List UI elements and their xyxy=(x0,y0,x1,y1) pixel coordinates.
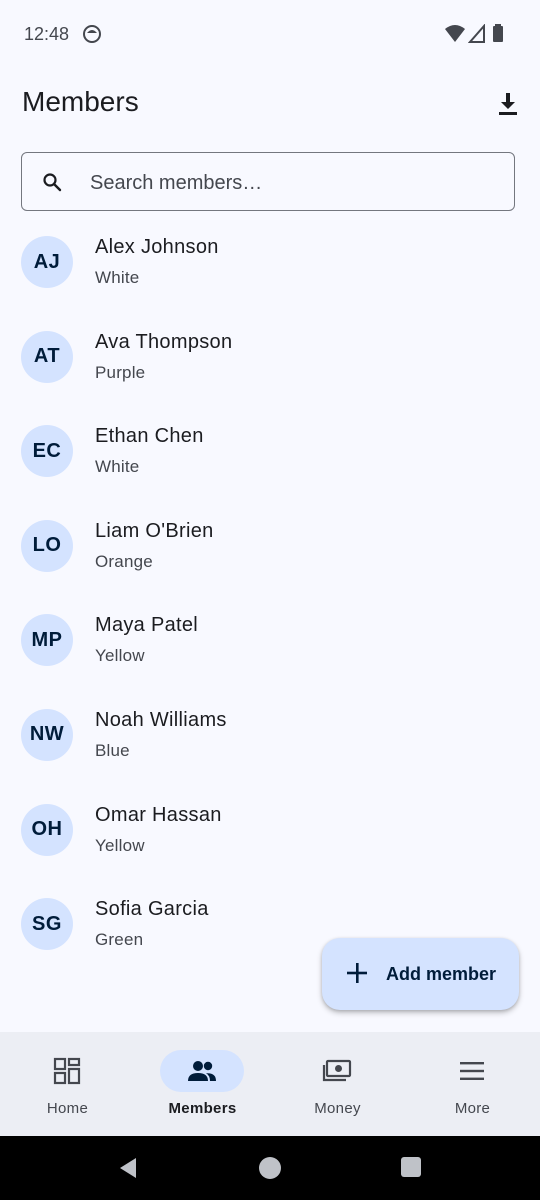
member-belt: Orange xyxy=(95,551,153,571)
avatar: EC xyxy=(21,425,73,478)
plus-icon xyxy=(346,962,368,989)
member-name: Ethan Chen xyxy=(95,425,204,448)
status-bar: 12:48 xyxy=(0,0,540,68)
nav-label: Members xyxy=(168,1100,237,1117)
avatar: AT xyxy=(21,330,73,383)
member-name: Alex Johnson xyxy=(95,236,219,258)
nav-label: Money xyxy=(314,1100,361,1117)
member-name: Ava Thompson xyxy=(95,330,233,353)
member-name: Noah Williams xyxy=(95,708,227,731)
search-icon xyxy=(42,172,62,197)
wifi-icon xyxy=(444,24,466,49)
recents-icon[interactable] xyxy=(400,1156,422,1183)
notification-face-icon xyxy=(82,24,102,49)
page-title: Members xyxy=(22,86,139,117)
add-member-button[interactable]: Add member xyxy=(322,938,519,1010)
member-belt: White xyxy=(95,457,140,477)
bottom-navigation: Home Members Money More xyxy=(0,1032,540,1136)
add-member-label: Add member xyxy=(386,964,497,984)
search-field[interactable] xyxy=(21,152,515,211)
member-row[interactable]: OH Omar Hassan Yellow xyxy=(0,785,540,880)
member-belt: Green xyxy=(95,930,144,950)
nav-item-more[interactable]: More xyxy=(405,1032,540,1136)
avatar: LO xyxy=(21,519,73,572)
people-icon xyxy=(187,1056,217,1091)
menu-icon xyxy=(457,1056,487,1091)
member-row[interactable]: AJ Alex Johnson White xyxy=(0,217,540,312)
battery-icon xyxy=(492,24,504,49)
money-icon xyxy=(322,1056,352,1091)
avatar: AJ xyxy=(21,236,73,288)
member-row[interactable]: EC Ethan Chen White xyxy=(0,406,540,501)
nav-item-money[interactable]: Money xyxy=(270,1032,405,1136)
dashboard-icon xyxy=(52,1056,82,1091)
member-belt: White xyxy=(95,268,140,287)
nav-label: Home xyxy=(46,1100,89,1117)
member-row[interactable]: NW Noah Williams Blue xyxy=(0,690,540,785)
back-icon[interactable] xyxy=(116,1156,140,1185)
nav-item-home[interactable]: Home xyxy=(0,1032,135,1136)
member-belt: Yellow xyxy=(95,646,145,666)
signal-icon xyxy=(467,23,486,49)
avatar: MP xyxy=(21,614,73,667)
member-name: Liam O'Brien xyxy=(95,519,214,542)
avatar: OH xyxy=(21,803,73,856)
member-name: Sofia Garcia xyxy=(95,898,209,921)
avatar: SG xyxy=(21,898,73,951)
member-belt: Yellow xyxy=(95,835,145,855)
member-name: Maya Patel xyxy=(95,614,199,637)
status-time: 12:48 xyxy=(24,24,70,44)
nav-label: More xyxy=(454,1100,491,1117)
download-button[interactable] xyxy=(490,88,526,124)
member-name: Omar Hassan xyxy=(95,803,222,826)
member-row[interactable]: MP Maya Patel Yellow xyxy=(0,595,540,690)
avatar: NW xyxy=(21,708,73,761)
system-navigation-bar xyxy=(0,1136,540,1200)
search-input[interactable] xyxy=(88,167,492,199)
member-list: AJ Alex Johnson White AT Ava Thompson Pu… xyxy=(0,217,540,974)
home-icon[interactable] xyxy=(258,1156,282,1185)
download-icon xyxy=(496,91,520,122)
nav-item-members[interactable]: Members xyxy=(135,1032,270,1136)
member-belt: Blue xyxy=(95,740,130,760)
member-row[interactable]: AT Ava Thompson Purple xyxy=(0,312,540,407)
member-belt: Purple xyxy=(95,362,146,382)
member-row[interactable]: LO Liam O'Brien Orange xyxy=(0,501,540,596)
